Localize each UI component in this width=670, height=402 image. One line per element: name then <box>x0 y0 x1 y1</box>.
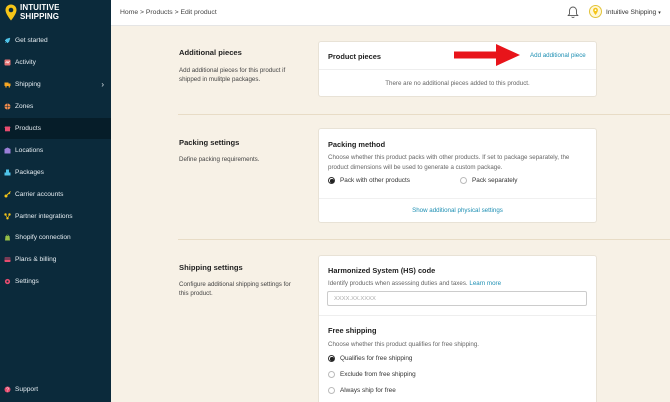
bell-icon[interactable] <box>567 6 579 19</box>
sidebar-item-carrier-accounts[interactable]: Carrier accounts <box>0 183 111 205</box>
location-pin-icon <box>5 4 17 21</box>
sidebar-item-shopify-connection[interactable]: Shopify connection <box>0 227 111 249</box>
sidebar-item-zones[interactable]: Zones <box>0 96 111 118</box>
top-bar: Home > Products > Edit product Intuitive… <box>111 0 670 26</box>
sidebar-item-locations[interactable]: Locations <box>0 139 111 161</box>
radio-button[interactable] <box>328 387 335 394</box>
shipping-icon <box>4 81 11 88</box>
learn-more-link[interactable]: Learn more <box>469 280 501 287</box>
sidebar-item-get-started[interactable]: Get started <box>0 30 111 52</box>
hs-code-help: Identify products when assessing duties … <box>328 279 501 289</box>
radio-label: Pack separately <box>472 177 518 184</box>
sidebar-item-label: Shopify connection <box>15 234 71 242</box>
radio-button[interactable] <box>328 371 335 378</box>
sidebar-item-plans-billing[interactable]: Plans & billing <box>0 249 111 271</box>
sidebar-item-label: Get started <box>15 37 48 45</box>
svg-text:?: ? <box>6 387 9 393</box>
radio-label: Qualifies for free shipping <box>340 355 413 362</box>
sidebar-item-partner-integrations[interactable]: Partner integrations <box>0 205 111 227</box>
sidebar-item-label: Shipping <box>15 81 41 89</box>
card-divider <box>319 69 596 70</box>
radio-label: Always ship for free <box>340 387 396 394</box>
rocket-icon <box>4 37 11 44</box>
radio-button[interactable] <box>460 177 467 184</box>
sidebar-item-activity[interactable]: Activity <box>0 52 111 74</box>
radio-pack-with-others[interactable]: Pack with other products <box>328 177 410 184</box>
sidebar-item-settings[interactable]: Settings <box>0 271 111 293</box>
shopify-icon <box>4 234 11 241</box>
brand-logo[interactable]: INTUITIVE SHIPPING <box>5 3 60 21</box>
card-divider <box>319 198 596 199</box>
card-divider <box>319 315 596 316</box>
avatar[interactable] <box>589 5 602 18</box>
free-shipping-help: Choose whether this product qualifies fo… <box>328 341 479 348</box>
hs-code-input[interactable] <box>327 291 587 306</box>
account-menu[interactable]: Intuitive Shipping ▾ <box>606 9 661 16</box>
products-icon <box>4 125 11 132</box>
free-shipping-title: Free shipping <box>328 326 377 335</box>
chevron-right-icon: › <box>101 79 104 89</box>
sidebar-item-products[interactable]: Products <box>0 117 111 140</box>
key-icon <box>4 190 11 198</box>
section-desc-packing: Define packing requirements. <box>179 156 260 163</box>
sidebar-nav: Get started Activity Shipping › Zones Pr… <box>0 30 111 293</box>
gear-icon <box>4 278 11 285</box>
radio-button[interactable] <box>328 355 335 362</box>
radio-qualifies-free-shipping[interactable]: Qualifies for free shipping <box>328 355 412 362</box>
sidebar-item-label: Partner integrations <box>15 212 73 220</box>
radio-label: Exclude from free shipping <box>340 371 416 378</box>
radio-always-ship-free[interactable]: Always ship for free <box>328 387 396 394</box>
section-title-additional-pieces: Additional pieces <box>179 48 242 57</box>
section-title-packing: Packing settings <box>179 138 240 147</box>
sidebar-item-packages[interactable]: Packages <box>0 161 111 183</box>
sidebar-item-label: Carrier accounts <box>15 190 64 198</box>
card-packing-method: Packing method Choose whether this produ… <box>318 128 597 223</box>
chevron-down-icon: ▾ <box>658 10 661 16</box>
sidebar-item-label: Products <box>15 125 42 132</box>
radio-label: Pack with other products <box>340 177 410 184</box>
radio-pack-separately[interactable]: Pack separately <box>460 177 517 184</box>
packages-icon <box>4 169 11 176</box>
sidebar-item-label: Locations <box>15 146 44 154</box>
location-pin-icon <box>593 7 598 15</box>
add-additional-piece-link[interactable]: Add additional piece <box>530 51 586 61</box>
card-title: Packing method <box>328 140 386 149</box>
packing-description: Choose whether this product packs with o… <box>328 154 570 171</box>
radio-button[interactable] <box>328 177 335 184</box>
hs-code-help-text: Identify products when assessing duties … <box>328 280 468 287</box>
empty-state-text: There are no additional pieces added to … <box>385 80 530 87</box>
section-divider <box>178 239 670 240</box>
sidebar: INTUITIVE SHIPPING Get started Activity … <box>0 0 111 402</box>
hs-code-title: Harmonized System (HS) code <box>328 266 436 275</box>
billing-icon <box>4 256 11 263</box>
integrations-icon <box>4 212 11 220</box>
account-name: Intuitive Shipping <box>606 9 657 16</box>
breadcrumb[interactable]: Home > Products > Edit product <box>120 9 217 16</box>
sidebar-item-label: Activity <box>15 59 36 67</box>
sidebar-item-label: Settings <box>15 278 39 286</box>
section-divider <box>178 114 670 115</box>
sidebar-item-label: Plans & billing <box>15 256 57 264</box>
sidebar-item-shipping[interactable]: Shipping › <box>0 74 111 96</box>
brand-line-2: SHIPPING <box>20 11 60 21</box>
card-shipping-settings: Harmonized System (HS) code Identify pro… <box>318 255 597 402</box>
sidebar-item-label: Packages <box>15 168 44 176</box>
activity-icon <box>4 59 11 66</box>
brand-name: INTUITIVE SHIPPING <box>20 3 60 21</box>
sidebar-item-label: Zones <box>15 103 34 111</box>
section-desc-additional-pieces: Add additional pieces for this product i… <box>179 67 286 83</box>
section-title-shipping: Shipping settings <box>179 263 243 272</box>
sidebar-item-support[interactable]: ? Support <box>4 386 38 393</box>
support-label: Support <box>15 386 39 393</box>
show-physical-settings-link[interactable]: Show additional physical settings <box>319 206 596 216</box>
red-arrow-annotation <box>454 44 520 66</box>
section-desc-shipping: Configure additional shipping settings f… <box>179 281 291 297</box>
locations-icon <box>4 147 11 154</box>
card-title: Product pieces <box>328 52 381 61</box>
zones-icon <box>4 103 11 110</box>
radio-exclude-free-shipping[interactable]: Exclude from free shipping <box>328 371 416 378</box>
help-icon: ? <box>4 386 11 393</box>
